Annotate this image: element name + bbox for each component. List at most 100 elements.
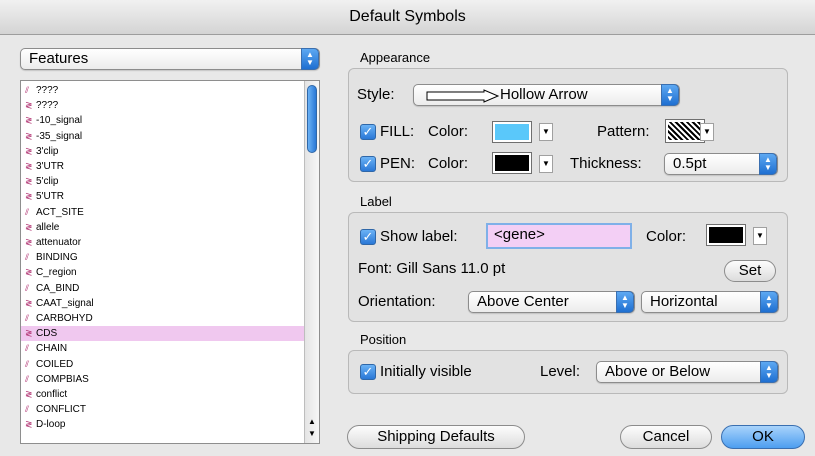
fill-label: FILL: xyxy=(380,123,415,140)
list-item-label: CARBOHYD xyxy=(36,313,93,324)
list-item[interactable]: ≷ CAAT_signal xyxy=(21,296,305,311)
list-item[interactable]: ≷ 3'clip xyxy=(21,144,305,159)
level-value: Above or Below xyxy=(605,363,711,380)
list-item[interactable]: ⫽ CARBOHYD xyxy=(21,311,305,326)
list-item-label: 3'clip xyxy=(36,145,59,157)
fill-color-dropdown-icon[interactable]: ▼ xyxy=(539,123,553,141)
fill-color-label: Color: xyxy=(428,123,469,140)
list-item[interactable]: ⫽ CA_BIND xyxy=(21,281,305,296)
list-item-label: D-loop xyxy=(36,419,66,431)
arrow-icon: ≷ xyxy=(25,267,33,278)
list-item-label: ???? xyxy=(36,85,59,96)
arrow-icon: ≷ xyxy=(25,328,33,339)
pattern-swatch[interactable] xyxy=(665,119,705,143)
initially-visible-checkbox[interactable]: ✓ xyxy=(360,364,376,380)
thickness-value: 0.5pt xyxy=(673,155,707,172)
list-item[interactable]: ≷ -10_signal xyxy=(21,113,305,128)
list-item[interactable]: ≷ C_region xyxy=(21,265,305,280)
level-popup[interactable]: Above or Below ▲ ▼ xyxy=(596,361,779,383)
scroll-up-arrow-icon[interactable]: ▲ xyxy=(305,417,319,427)
striped-icon: ⫽ xyxy=(25,373,30,384)
list-item-label: conflict xyxy=(36,389,68,400)
pattern-label: Pattern: xyxy=(597,123,650,140)
cancel-button[interactable]: Cancel xyxy=(620,425,712,449)
show-label-checkbox[interactable]: ✓ xyxy=(360,229,376,245)
pen-checkbox[interactable]: ✓ xyxy=(360,156,376,172)
pen-color-dropdown-icon[interactable]: ▼ xyxy=(539,155,553,173)
arrow-icon: ≷ xyxy=(25,221,33,232)
list-item-label: COILED xyxy=(36,358,74,370)
popup-arrows-icon: ▲ ▼ xyxy=(759,153,777,175)
label-text-field[interactable]: <gene> xyxy=(486,223,632,249)
popup-arrows-icon: ▲ ▼ xyxy=(301,48,319,70)
pen-label: PEN: xyxy=(380,155,416,172)
feature-list[interactable]: ≷ D-loop ⫽ CONFLICT ≷ conflict ⫽ COMPBIAS ⫽ COILE… xyxy=(20,80,320,444)
arrow-icon: ≷ xyxy=(25,419,33,430)
pen-color-swatch[interactable] xyxy=(492,152,532,174)
pen-color-label: Color: xyxy=(428,155,469,172)
list-item[interactable]: ≷ allele xyxy=(21,220,305,235)
thickness-popup[interactable]: 0.5pt ▲ ▼ xyxy=(664,153,778,175)
list-item-label: allele xyxy=(36,221,60,233)
striped-icon: ⫽ xyxy=(25,85,30,95)
style-popup[interactable]: Hollow Arrow ▲ ▼ xyxy=(413,84,680,106)
list-item[interactable]: ⫽ CONFLICT xyxy=(21,402,305,417)
window-title-bar: Default Symbols xyxy=(0,0,815,35)
ok-button[interactable]: OK xyxy=(721,425,805,449)
hollow-arrow-icon xyxy=(426,89,500,103)
list-item-label: CONFLICT xyxy=(36,404,86,416)
list-item[interactable]: ≷ 5'UTR xyxy=(21,189,305,204)
list-item[interactable]: ⫽ COMPBIAS xyxy=(21,372,305,387)
list-scrollbar[interactable]: ▲ ▼ xyxy=(304,81,319,443)
list-item[interactable]: ≷???? xyxy=(21,98,305,113)
list-item-label: ACT_SITE xyxy=(36,206,84,218)
list-item[interactable]: ≷ -35_signal xyxy=(21,129,305,144)
popup-arrows-icon: ▲ ▼ xyxy=(760,361,778,383)
list-item[interactable]: ⫽ ACT_SITE xyxy=(21,205,305,220)
list-item[interactable]: ≷ CDS xyxy=(21,326,305,342)
list-item-label: CAAT_signal xyxy=(36,297,94,309)
popup-arrows-icon: ▲ ▼ xyxy=(616,291,634,313)
direction-popup[interactable]: Horizontal ▲ ▼ xyxy=(641,291,779,313)
style-value: Hollow Arrow xyxy=(500,86,588,103)
fill-checkbox[interactable]: ✓ xyxy=(360,124,376,140)
list-item-label: 3'UTR xyxy=(36,161,65,172)
arrow-icon: ≷ xyxy=(25,130,33,141)
appearance-group-title: Appearance xyxy=(360,50,431,65)
shipping-defaults-button[interactable]: Shipping Defaults xyxy=(347,425,525,449)
label-color-dropdown-icon[interactable]: ▼ xyxy=(753,227,767,245)
list-item[interactable]: ≷ 5'clip xyxy=(21,174,305,189)
list-item[interactable]: ≷ conflict xyxy=(21,387,305,402)
fill-color-swatch[interactable] xyxy=(492,121,532,143)
list-item[interactable]: ≷ 3'UTR xyxy=(21,159,305,174)
popup-arrows-icon: ▲ ▼ xyxy=(661,84,679,106)
arrow-icon: ≷ xyxy=(25,191,33,202)
list-item-label: CA_BIND xyxy=(36,282,80,294)
position-group-title: Position xyxy=(360,332,407,347)
list-item[interactable]: ⫽ BINDING xyxy=(21,250,305,265)
striped-icon: ⫽ xyxy=(25,343,30,354)
list-item[interactable]: ⫽???? xyxy=(21,83,305,98)
striped-icon: ⫽ xyxy=(25,206,30,217)
list-item[interactable]: ⫽ CHAIN xyxy=(21,341,305,356)
list-item[interactable]: ⫽ COILED xyxy=(21,357,305,372)
striped-icon: ⫽ xyxy=(25,358,30,369)
arrow-icon: ≷ xyxy=(25,389,33,399)
label-color-swatch[interactable] xyxy=(706,224,746,246)
scrollbar-thumb[interactable] xyxy=(307,85,317,153)
features-popup-value: Features xyxy=(29,50,89,67)
pattern-dropdown-icon[interactable]: ▼ xyxy=(700,123,714,141)
list-item-label: CDS xyxy=(36,328,58,340)
list-item-label: -35_signal xyxy=(36,130,83,142)
orientation-popup[interactable]: Above Center ▲ ▼ xyxy=(468,291,635,313)
features-popup[interactable]: Features ▲ ▼ xyxy=(20,48,320,70)
list-item-label: attenuator xyxy=(36,237,82,248)
show-label-label: Show label: xyxy=(380,228,458,245)
list-item-label: -10_signal xyxy=(36,115,83,127)
list-item[interactable]: ≷ attenuator xyxy=(21,235,305,250)
label-group-title: Label xyxy=(360,194,392,209)
orientation-label: Orientation: xyxy=(358,293,436,310)
list-item[interactable]: ≷ D-loop xyxy=(21,417,305,432)
scroll-down-arrow-icon[interactable]: ▼ xyxy=(305,429,319,439)
set-font-button[interactable]: Set xyxy=(724,260,776,282)
